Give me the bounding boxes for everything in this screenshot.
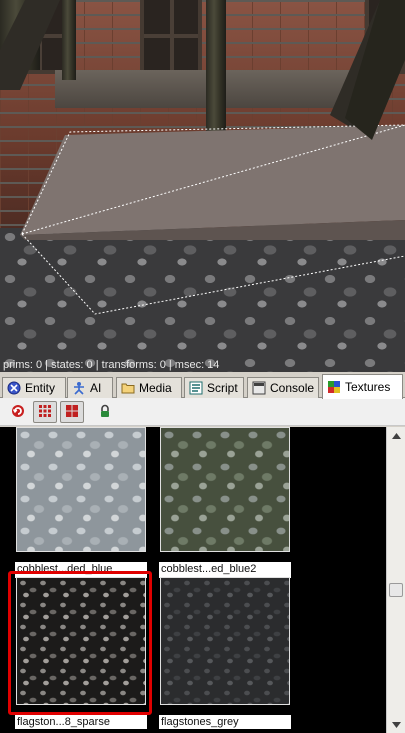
chevron-down-icon: [391, 721, 401, 728]
large-thumbnails-button[interactable]: [60, 401, 84, 423]
lock-icon: [97, 403, 113, 422]
script-icon: [189, 381, 203, 395]
ai-icon: [72, 381, 86, 395]
lock-button[interactable]: [93, 401, 117, 423]
texture-label: flagston...8_sparse: [17, 716, 110, 728]
refresh-button[interactable]: [6, 401, 30, 423]
vertical-scrollbar[interactable]: [386, 427, 405, 733]
scroll-down-arrow[interactable]: [387, 716, 405, 733]
texture-toolbar: [0, 398, 405, 426]
texture-thumbnail[interactable]: [160, 427, 290, 552]
tab-label: AI: [90, 381, 102, 395]
chevron-up-icon: [391, 432, 401, 439]
tab-label: Textures: [345, 380, 391, 394]
texture-thumbnail[interactable]: [16, 427, 146, 552]
texture-label: flagstones_grey: [161, 716, 239, 728]
tab-script[interactable]: Script: [184, 377, 244, 398]
texture-thumbnail[interactable]: [160, 577, 290, 705]
refresh-icon: [10, 403, 26, 422]
small-thumbnails-button[interactable]: [33, 401, 57, 423]
tab-label: Entity: [25, 381, 56, 395]
tab-label: Console: [270, 381, 315, 395]
tab-media[interactable]: Media: [116, 377, 182, 398]
slab-selection: [0, 0, 405, 315]
tab-label: Script: [207, 381, 238, 395]
tab-ai[interactable]: AI: [67, 377, 113, 398]
scroll-up-arrow[interactable]: [387, 427, 405, 444]
tab-label: Media: [139, 381, 172, 395]
folder-icon: [121, 381, 135, 395]
console-icon: [252, 381, 266, 395]
3d-viewport[interactable]: prims: 0 | states: 0 | transforms: 0 | m…: [0, 0, 405, 372]
textures-icon: [327, 380, 341, 394]
tab-textures[interactable]: Textures: [322, 374, 403, 399]
entity-icon: [7, 381, 21, 395]
texture-label: cobblest...ed_blue2: [161, 563, 257, 575]
selection-highlight: [8, 571, 152, 715]
tab-entity[interactable]: Entity: [2, 377, 66, 398]
small-grid-icon: [37, 403, 53, 422]
tab-console[interactable]: Console: [247, 377, 319, 398]
texture-grid[interactable]: cobblest...ded_blue cobblest...ed_blue2 …: [0, 427, 386, 733]
render-stats: prims: 0 | states: 0 | transforms: 0 | m…: [3, 359, 220, 371]
scroll-thumb[interactable]: [389, 583, 403, 597]
tab-bar: Entity AI Media Script Console Textures: [0, 374, 405, 399]
large-grid-icon: [64, 403, 80, 422]
